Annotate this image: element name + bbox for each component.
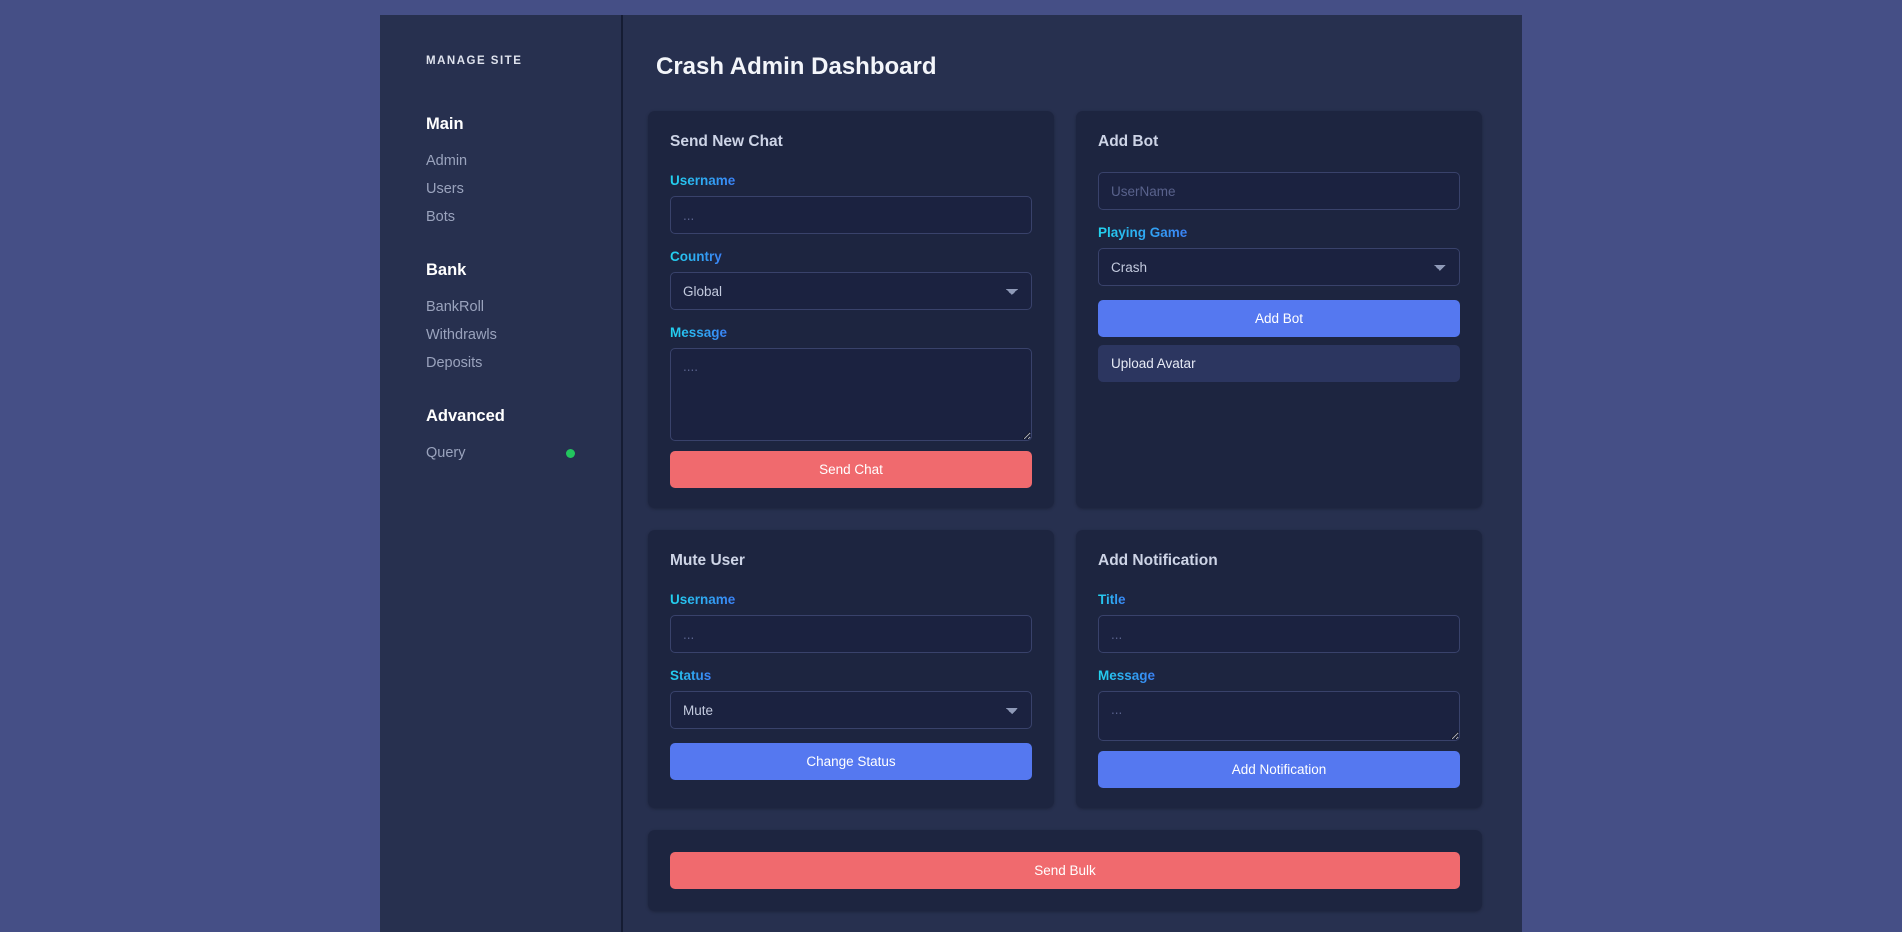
sidebar-item-deposits[interactable]: Deposits (380, 349, 621, 377)
nav-group-title-main: Main (380, 115, 621, 134)
upload-avatar-button[interactable]: Upload Avatar (1098, 345, 1460, 382)
sidebar-item-label: BankRoll (426, 299, 484, 315)
notification-title-input[interactable] (1098, 615, 1460, 653)
send-bulk-button[interactable]: Send Bulk (670, 852, 1460, 889)
sidebar-item-label: Query (426, 445, 466, 461)
main-content: Crash Admin Dashboard Send New Chat User… (623, 15, 1522, 932)
card-add-notification: Add Notification Title Message Add Notif… (1076, 530, 1482, 808)
admin-app-window: MANAGE SITE Main Admin Users Bots Bank B… (380, 15, 1522, 932)
page-title: Crash Admin Dashboard (656, 53, 1482, 81)
sidebar-item-bankroll[interactable]: BankRoll (380, 293, 621, 321)
add-notification-button[interactable]: Add Notification (1098, 751, 1460, 788)
sidebar-item-query[interactable]: Query (380, 439, 621, 467)
send-chat-username-label: Username (670, 173, 735, 188)
notification-message-textarea[interactable] (1098, 691, 1460, 741)
add-bot-game-select[interactable]: Crash (1098, 248, 1460, 286)
notification-title-label: Title (1098, 592, 1126, 607)
sidebar-brand: MANAGE SITE (380, 55, 621, 67)
nav-group-advanced: Advanced Query (380, 407, 621, 467)
send-chat-message-label: Message (670, 325, 727, 340)
card-mute-user: Mute User Username Status Mute Change St… (648, 530, 1054, 808)
card-title: Add Bot (1098, 133, 1460, 151)
notification-message-label: Message (1098, 668, 1155, 683)
nav-group-bank: Bank BankRoll Withdrawls Deposits (380, 261, 621, 377)
sidebar-item-label: Users (426, 181, 464, 197)
sidebar-item-withdrawls[interactable]: Withdrawls (380, 321, 621, 349)
mute-user-username-label: Username (670, 592, 735, 607)
sidebar-item-bots[interactable]: Bots (380, 203, 621, 231)
card-title: Mute User (670, 552, 1032, 570)
nav-group-title-bank: Bank (380, 261, 621, 280)
send-chat-country-label: Country (670, 249, 722, 264)
sidebar: MANAGE SITE Main Admin Users Bots Bank B… (380, 15, 623, 932)
status-online-indicator-icon (566, 449, 575, 458)
change-status-button[interactable]: Change Status (670, 743, 1032, 780)
send-chat-message-textarea[interactable] (670, 348, 1032, 441)
sidebar-item-label: Deposits (426, 355, 482, 371)
mute-user-status-select[interactable]: Mute (670, 691, 1032, 729)
mute-user-username-input[interactable] (670, 615, 1032, 653)
mute-user-status-label: Status (670, 668, 711, 683)
sidebar-item-label: Admin (426, 153, 467, 169)
nav-group-main: Main Admin Users Bots (380, 115, 621, 231)
sidebar-item-users[interactable]: Users (380, 175, 621, 203)
add-bot-game-label: Playing Game (1098, 225, 1187, 240)
send-chat-button[interactable]: Send Chat (670, 451, 1032, 488)
cards-grid: Send New Chat Username Country Global Me… (648, 111, 1482, 911)
card-add-bot: Add Bot Playing Game Crash Add Bot Uploa… (1076, 111, 1482, 508)
send-chat-username-input[interactable] (670, 196, 1032, 234)
send-chat-country-select[interactable]: Global (670, 272, 1032, 310)
card-title: Add Notification (1098, 552, 1460, 570)
sidebar-item-label: Withdrawls (426, 327, 497, 343)
sidebar-item-admin[interactable]: Admin (380, 147, 621, 175)
card-send-bulk: Send Bulk (648, 830, 1482, 911)
sidebar-item-label: Bots (426, 209, 455, 225)
nav-group-title-advanced: Advanced (380, 407, 621, 426)
card-send-new-chat: Send New Chat Username Country Global Me… (648, 111, 1054, 508)
add-bot-button[interactable]: Add Bot (1098, 300, 1460, 337)
add-bot-username-input[interactable] (1098, 172, 1460, 210)
card-title: Send New Chat (670, 133, 1032, 151)
